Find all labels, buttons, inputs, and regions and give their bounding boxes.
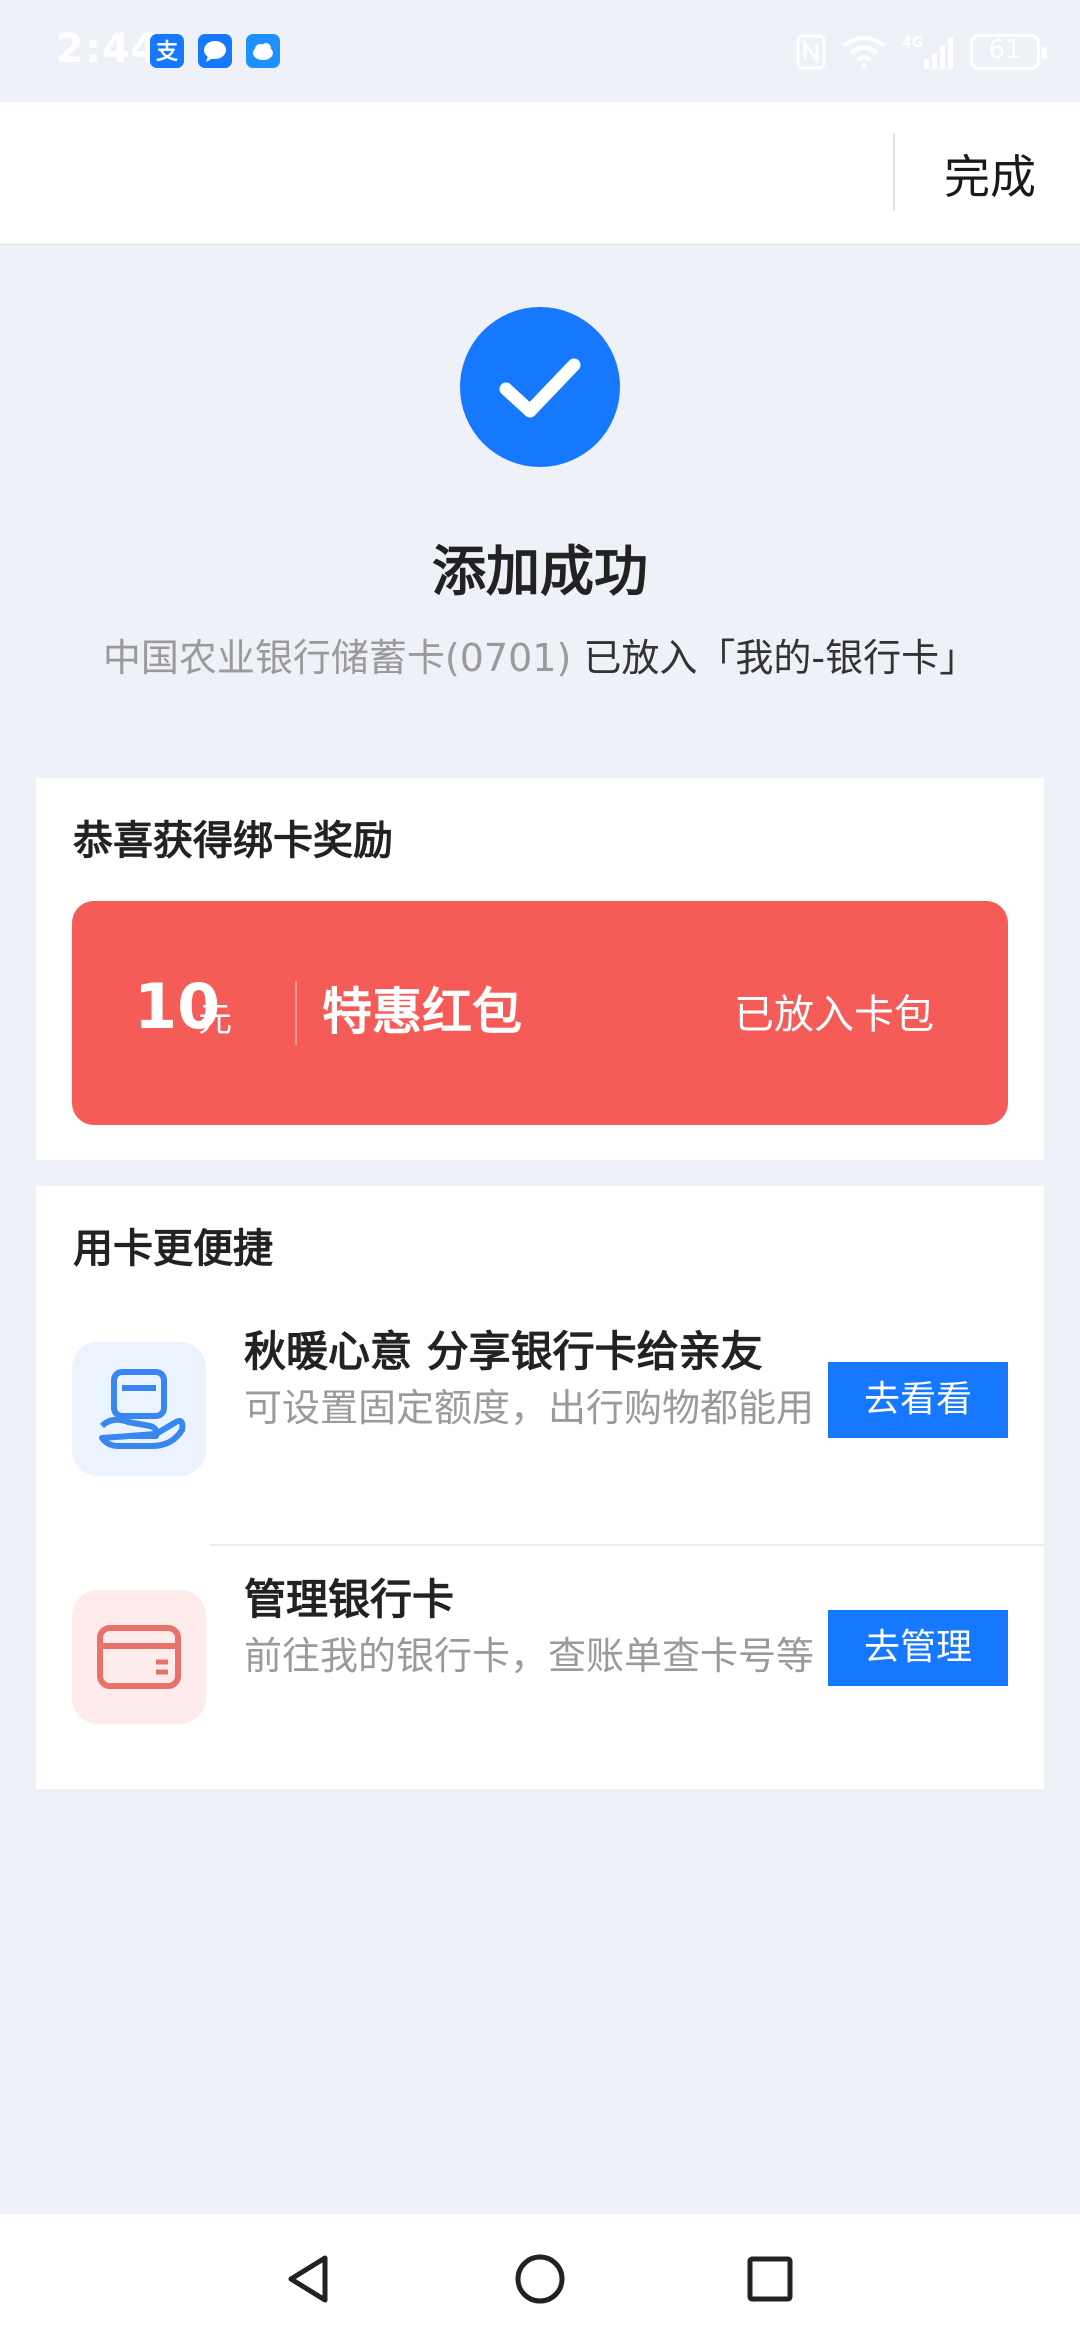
coupon-name: 特惠红包 [322,983,522,1041]
battery-level: 61 [988,35,1022,65]
success-title: 添加成功 [432,540,648,603]
reward-section: 恭喜获得绑卡奖励 10 元 特惠红包 已放入卡包 [36,778,1044,1160]
recent-apps-icon[interactable] [735,2244,805,2314]
list-item-share-card[interactable]: 秋暖心意 分享银行卡给亲友 可设置固定额度，出行购物都能用 去看看 [36,1306,1044,1546]
home-icon[interactable] [505,2244,575,2314]
svg-text:支: 支 [156,40,179,65]
status-bar: 2:44 支 4G 61 [0,0,1080,102]
svg-text:4G: 4G [902,35,923,51]
wifi-icon [842,36,886,69]
signal-4g-icon: 4G [902,35,953,69]
red-packet-coupon[interactable]: 10 元 特惠红包 已放入卡包 [72,901,1008,1125]
success-description: 中国农业银行储蓄卡(0701) 已放入「我的-银行卡」 [0,627,1080,682]
manage-card-title: 管理银行卡 [244,1575,455,1624]
convenience-section-title: 用卡更便捷 [73,1226,273,1272]
alipay-notification-icon: 支 [150,34,184,68]
card-name: 中国农业银行储蓄卡(0701) [102,636,572,680]
battery-icon: 61 [970,34,1047,70]
convenience-section: 用卡更便捷 秋暖心意 分享银行卡给亲友 可设置固定额度，出行购物都能用 去看看 … [36,1186,1044,1789]
card-destination: 已放入「我的-银行卡」 [571,636,978,680]
coupon-divider [295,981,297,1045]
share-card-description: 可设置固定额度，出行购物都能用 [244,1386,815,1430]
status-right-group: 4G 61 [796,30,1047,74]
share-card-hand-icon [72,1342,206,1476]
list-item-manage-card[interactable]: 管理银行卡 前往我的银行卡，查账单查卡号等 去管理 [36,1554,1044,1794]
manage-card-description: 前往我的银行卡，查账单查卡号等 [244,1634,815,1678]
share-card-title: 秋暖心意 分享银行卡给亲友 [244,1327,763,1376]
header-divider [893,134,895,210]
system-nav-bar [0,2214,1080,2340]
coupon-unit: 元 [198,1000,232,1040]
success-check-icon [460,307,620,467]
message-notification-icon [198,34,232,68]
cloud-notification-icon [246,34,280,68]
nfc-icon [796,34,826,70]
view-share-button[interactable]: 去看看 [828,1362,1008,1438]
manage-button[interactable]: 去管理 [828,1610,1008,1686]
done-button[interactable]: 完成 [920,142,1060,212]
bank-card-icon [72,1590,206,1724]
top-bar: 完成 [0,102,1080,245]
coupon-status: 已放入卡包 [734,992,934,1038]
status-time: 2:44 [56,26,160,72]
reward-section-title: 恭喜获得绑卡奖励 [73,818,393,864]
back-icon[interactable] [275,2244,345,2314]
row-divider [210,1544,1044,1546]
